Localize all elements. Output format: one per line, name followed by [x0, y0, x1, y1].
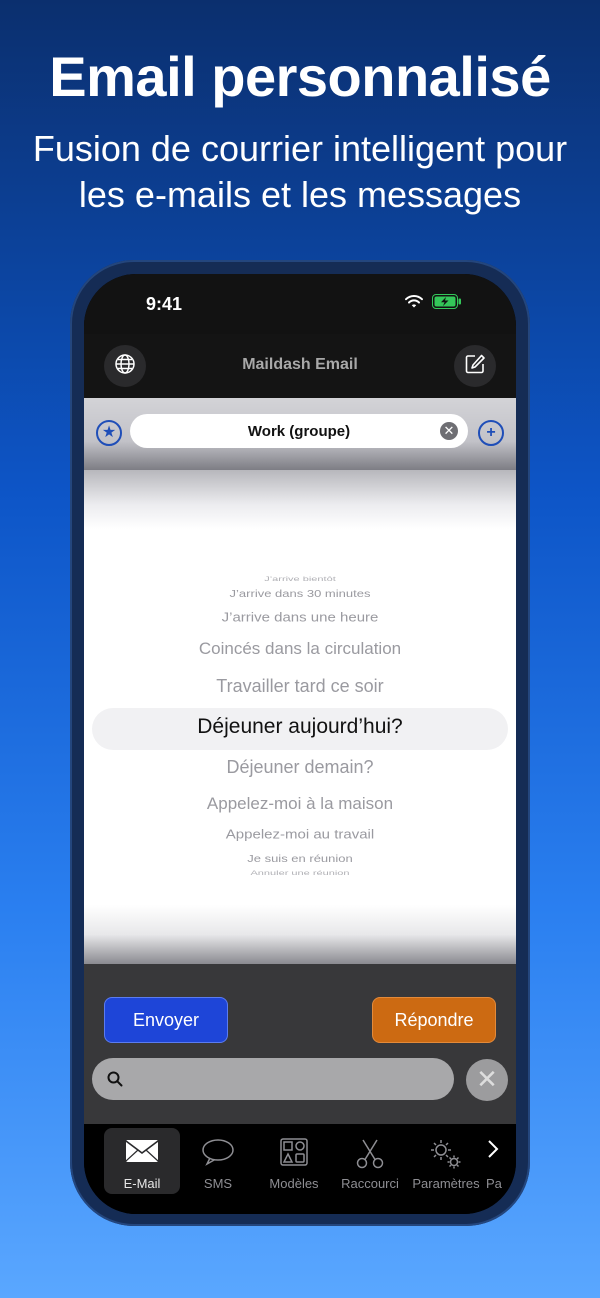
phone-screen: 9:41 Maildash Email ★ Work (groupe) ✕ + … [84, 274, 516, 1214]
message-picker[interactable]: J’arrive bientôt J’arrive dans 30 minute… [84, 470, 516, 964]
group-selector[interactable]: Work (groupe) ✕ [130, 414, 468, 448]
tab-sms[interactable]: SMS [180, 1128, 256, 1194]
tab-label: Raccourci [341, 1176, 399, 1191]
status-icons [404, 294, 462, 314]
picker-item[interactable]: Appelez-moi au travail [84, 827, 516, 842]
promo-subtitle-line-1: Fusion de courrier intelligent pour [32, 128, 568, 169]
close-icon[interactable]: ✕ [466, 1059, 508, 1101]
picker-item[interactable]: Annuler une réunion [84, 870, 516, 875]
picker-item[interactable]: Déjeuner demain? [84, 757, 516, 778]
tab-label: E-Mail [123, 1176, 161, 1191]
picker-item[interactable]: Je suis en réunion [84, 853, 516, 865]
tab-more[interactable]: Pa [484, 1128, 516, 1194]
add-icon[interactable]: + [478, 420, 504, 446]
promo-subtitle-line-2: les e-mails et les messages [78, 174, 522, 215]
search-input[interactable] [92, 1058, 454, 1100]
send-button[interactable]: Envoyer [104, 997, 228, 1043]
tab-label: SMS [203, 1176, 233, 1191]
compose-icon [464, 353, 486, 380]
battery-charging-icon [432, 294, 462, 314]
promo-title: Email personnalisé [49, 45, 551, 108]
tab-bar: E-Mail SMS Modèles Raccourci Paramètres … [84, 1124, 516, 1214]
tab-settings[interactable]: Paramètres [408, 1128, 484, 1194]
picker-item[interactable]: Appelez-moi à la maison [84, 794, 516, 814]
reply-button[interactable]: Répondre [372, 997, 496, 1043]
compose-button[interactable] [454, 345, 496, 387]
star-icon[interactable]: ★ [96, 420, 122, 446]
search-icon [106, 1070, 124, 1093]
chevron-right-icon [484, 1138, 516, 1168]
speech-bubble-icon [180, 1138, 256, 1168]
picker-item[interactable]: J’arrive dans 30 minutes [84, 588, 516, 600]
nav-title: Maildash Email [242, 356, 358, 373]
tab-email[interactable]: E-Mail [104, 1128, 180, 1194]
tab-shortcut[interactable]: Raccourci [332, 1128, 408, 1194]
promo-subtitle: Fusion de courrier intelligent pour les … [0, 126, 600, 218]
tab-templates[interactable]: Modèles [256, 1128, 332, 1194]
status-time: 9:41 [146, 294, 183, 314]
templates-icon [256, 1138, 332, 1168]
picker-item[interactable]: J’arrive dans une heure [84, 610, 516, 625]
clear-icon[interactable]: ✕ [440, 422, 458, 440]
envelope-icon [104, 1138, 180, 1168]
tab-label: Pa [486, 1176, 502, 1191]
group-selector-value: Work (groupe) [247, 423, 351, 440]
tab-label: Paramètres [412, 1176, 480, 1191]
gears-icon [408, 1138, 484, 1169]
status-bar: 9:41 [84, 274, 516, 334]
picker-item[interactable]: Coincés dans la circulation [84, 639, 516, 659]
wifi-icon [404, 294, 424, 314]
scissors-icon [332, 1138, 408, 1169]
nav-bar: Maildash Email [84, 334, 516, 398]
action-bar: Envoyer Répondre ✕ [84, 964, 516, 1124]
group-selector-bar: ★ Work (groupe) ✕ + [84, 398, 516, 470]
picker-item-selected[interactable]: Déjeuner aujourd’hui? [84, 715, 516, 739]
picker-item[interactable]: J’arrive bientôt [84, 576, 516, 581]
picker-item[interactable]: Travailler tard ce soir [84, 676, 516, 697]
tab-label: Modèles [269, 1176, 319, 1191]
